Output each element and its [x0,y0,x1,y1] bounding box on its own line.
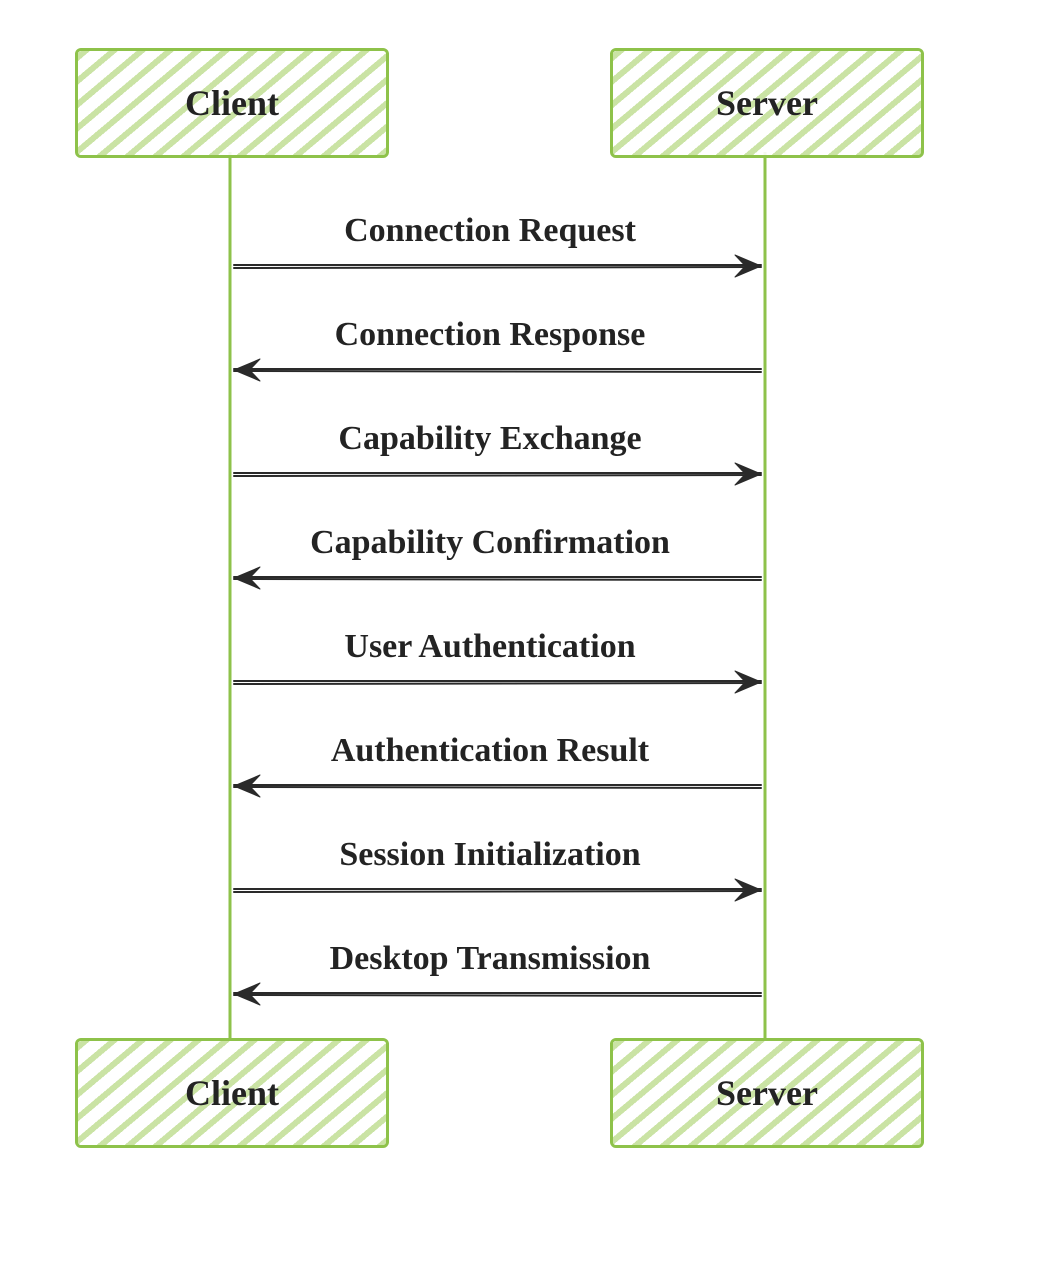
client-actor-top: Client [75,48,389,158]
server-actor-bottom: Server [610,1038,924,1148]
server-label-top: Server [716,82,818,124]
message-label: Connection Response [230,316,750,354]
message-label: Connection Request [230,212,750,250]
server-actor-top: Server [610,48,924,158]
client-actor-bottom: Client [75,1038,389,1148]
client-label-bottom: Client [185,1072,279,1114]
server-label-bottom: Server [716,1072,818,1114]
message-label: Capability Confirmation [230,524,750,562]
client-label-top: Client [185,82,279,124]
message-label: Desktop Transmission [230,940,750,978]
message-label: Session Initialization [230,836,750,874]
message-label: Authentication Result [230,732,750,770]
message-label: User Authentication [230,628,750,666]
message-label: Capability Exchange [230,420,750,458]
